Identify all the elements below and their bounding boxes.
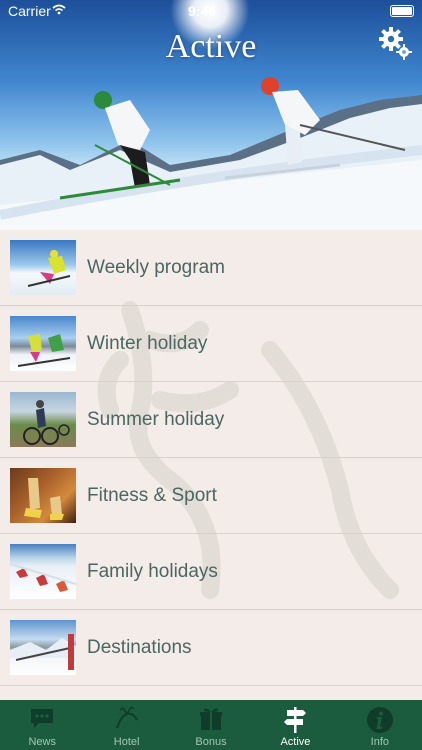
- list-item-family-holidays[interactable]: Family holidays: [0, 534, 422, 610]
- list-item-destinations[interactable]: Destinations: [0, 610, 422, 686]
- tab-info[interactable]: Info: [338, 700, 422, 750]
- wifi-icon: [52, 3, 66, 18]
- signpost-icon: [284, 707, 307, 733]
- deer-icon: [115, 706, 138, 729]
- winter-holiday-thumbnail: [10, 316, 76, 371]
- destinations-thumbnail: [10, 620, 76, 675]
- family-holidays-thumbnail: [10, 544, 76, 599]
- gear-icon: [379, 27, 412, 60]
- header-hero-image: Carrier 9:46 Active: [0, 0, 422, 230]
- tab-label: Hotel: [113, 736, 140, 748]
- battery-icon: [390, 5, 414, 17]
- carrier-label: Carrier: [8, 3, 51, 19]
- tab-bar: News Hotel Bonus Active Info: [0, 700, 422, 750]
- list-item-label: Fitness & Sport: [87, 484, 217, 506]
- status-bar: Carrier 9:46: [0, 0, 422, 22]
- tab-hotel[interactable]: Hotel: [84, 700, 168, 750]
- list-item-label: Summer holiday: [87, 408, 225, 430]
- weekly-program-thumbnail: [10, 240, 76, 295]
- tab-label: News: [28, 736, 56, 748]
- list-item-label: Winter holiday: [87, 332, 208, 354]
- list-item-label: Destinations: [87, 636, 192, 658]
- tab-active[interactable]: Active: [253, 700, 337, 750]
- tab-label: Info: [370, 736, 389, 748]
- list-item-weekly-program[interactable]: Weekly program: [0, 230, 422, 306]
- settings-button[interactable]: [378, 26, 412, 60]
- list-item-summer-holiday[interactable]: Summer holiday: [0, 382, 422, 458]
- list-item-label: Family holidays: [87, 560, 218, 582]
- tab-label: Bonus: [195, 736, 227, 748]
- list-item-fitness-sport[interactable]: Fitness & Sport: [0, 458, 422, 534]
- tab-label: Active: [280, 736, 311, 748]
- activity-list: Weekly program Winter holiday Summer hol…: [0, 230, 422, 686]
- chat-bubble-icon: [31, 709, 54, 728]
- info-icon: [366, 707, 393, 733]
- gift-icon: [200, 708, 223, 730]
- list-item-label: Weekly program: [87, 256, 225, 278]
- summer-holiday-thumbnail: [10, 392, 76, 447]
- fitness-sport-thumbnail: [10, 468, 76, 523]
- page-title: Active: [165, 28, 257, 65]
- status-time: 9:46: [188, 3, 217, 19]
- tab-news[interactable]: News: [0, 700, 84, 750]
- tab-bonus[interactable]: Bonus: [169, 700, 253, 750]
- list-item-winter-holiday[interactable]: Winter holiday: [0, 306, 422, 382]
